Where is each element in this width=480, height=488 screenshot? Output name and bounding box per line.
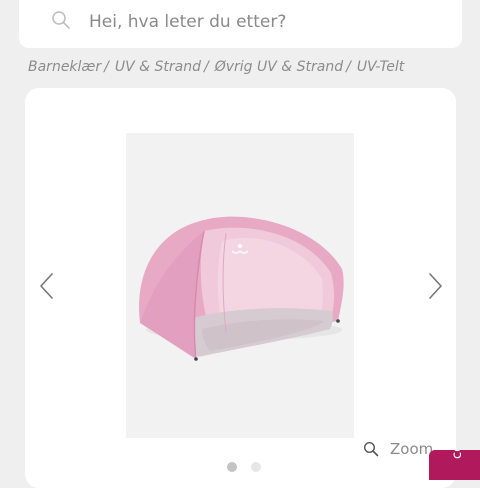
gallery-dot-2[interactable] [251, 462, 261, 472]
chevron-right-icon [429, 273, 442, 299]
breadcrumb-item-ovrig-uv-strand[interactable]: Øvrig UV & Strand [215, 59, 343, 75]
zoom-button[interactable]: Zoom [363, 438, 433, 460]
floating-side-tab[interactable]: ce [429, 450, 480, 480]
pink-uv-tent-image [126, 133, 354, 438]
chevron-left-icon [40, 273, 53, 299]
breadcrumb-item-uv-telt[interactable]: UV-Telt [357, 59, 404, 75]
floating-tab-label: ce [450, 450, 465, 459]
gallery-pagination [227, 462, 261, 472]
breadcrumb-item-barneklaer[interactable]: Barneklær [28, 59, 101, 75]
zoom-label: Zoom [390, 440, 434, 458]
search-bar[interactable] [19, 0, 462, 48]
gallery-dot-1[interactable] [227, 462, 237, 472]
product-image[interactable] [126, 133, 354, 438]
product-image-card: Zoom [25, 88, 456, 488]
search-icon [52, 11, 70, 29]
breadcrumb-separator: / [104, 59, 109, 75]
magnifier-icon [363, 441, 379, 457]
breadcrumb-separator: / [346, 59, 351, 75]
gallery-next-button[interactable] [423, 268, 447, 304]
breadcrumb-item-uv-strand[interactable]: UV & Strand [115, 59, 201, 75]
search-input[interactable] [89, 6, 459, 38]
breadcrumb: Barneklær / UV & Strand / Øvrig UV & Str… [28, 56, 404, 78]
breadcrumb-separator: / [203, 59, 209, 75]
gallery-prev-button[interactable] [35, 268, 59, 304]
